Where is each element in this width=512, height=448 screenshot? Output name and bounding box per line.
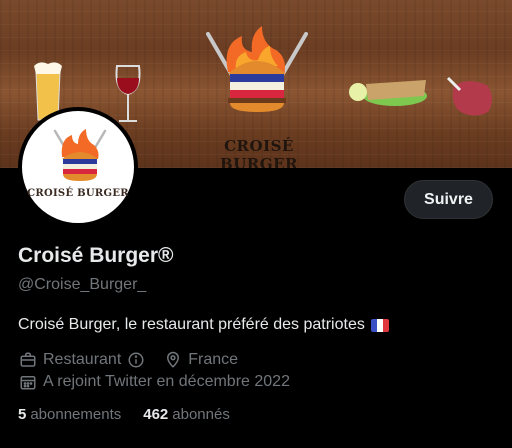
location-pin-icon bbox=[163, 350, 183, 370]
follow-stats: 5 abonnements 462 abonnés bbox=[18, 406, 230, 423]
info-icon[interactable] bbox=[126, 350, 146, 370]
followers-label: abonnés bbox=[172, 406, 230, 423]
handle: @Croise_Burger_ bbox=[18, 276, 147, 293]
joined-date: A rejoint Twitter en décembre 2022 bbox=[43, 373, 290, 390]
bio: Croisé Burger, le restaurant préféré des… bbox=[18, 316, 389, 334]
profile-meta-row: Restaurant France bbox=[18, 350, 238, 370]
sandwich-icon bbox=[349, 80, 427, 106]
burger-logo-icon bbox=[228, 61, 286, 112]
category-label: Restaurant bbox=[43, 351, 122, 368]
avatar[interactable]: CROISÉ BURGER bbox=[18, 107, 138, 227]
steak-icon bbox=[446, 76, 492, 116]
location-label: France bbox=[188, 351, 239, 368]
following-count: 5 bbox=[18, 406, 27, 423]
followers-count: 462 bbox=[143, 406, 169, 423]
briefcase-icon bbox=[18, 350, 38, 370]
following-link[interactable]: 5 abonnements bbox=[18, 406, 121, 423]
banner-restaurant-name: CROISÉ BURGER bbox=[220, 137, 298, 168]
bio-text: Croisé Burger, le restaurant préféré des… bbox=[18, 316, 365, 333]
avatar-restaurant-name: CROISÉ BURGER bbox=[27, 188, 129, 199]
followers-link[interactable]: 462 abonnés bbox=[143, 406, 230, 423]
display-name: Croisé Burger® bbox=[18, 244, 174, 267]
avatar-logo bbox=[53, 129, 107, 181]
calendar-icon bbox=[18, 372, 38, 392]
burger-logo-icon bbox=[62, 152, 98, 181]
france-flag-icon bbox=[370, 318, 389, 332]
profile-joined-row: A rejoint Twitter en décembre 2022 bbox=[18, 372, 290, 392]
follow-button[interactable]: Suivre bbox=[404, 180, 493, 219]
following-label: abonnements bbox=[30, 406, 122, 423]
